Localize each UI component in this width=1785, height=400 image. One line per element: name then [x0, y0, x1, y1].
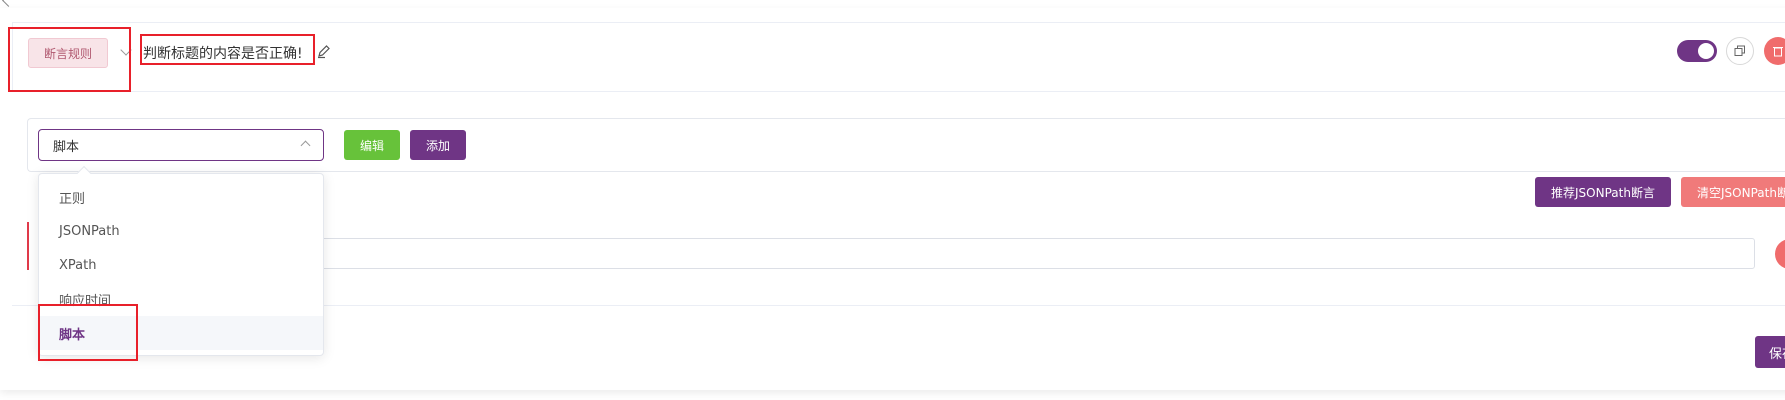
chevron-up-icon	[300, 140, 311, 151]
clear-jsonpath-button[interactable]: 清空JSONPath断	[1681, 177, 1785, 207]
copy-button[interactable]	[1726, 37, 1754, 65]
recommend-jsonpath-button[interactable]: 推荐JSONPath断言	[1535, 177, 1671, 207]
extractor-type-dropdown: 正则 JSONPath XPath 响应时间 脚本	[38, 165, 324, 356]
required-marker	[27, 222, 29, 270]
rule-type-tag[interactable]: 断言规则	[28, 38, 108, 68]
enable-toggle[interactable]	[1677, 40, 1717, 62]
option-regex[interactable]: 正则	[39, 180, 323, 214]
trash-icon	[1773, 47, 1783, 57]
option-response-time[interactable]: 响应时间	[39, 282, 323, 316]
add-button[interactable]: 添加	[410, 130, 466, 160]
save-button[interactable]: 保存	[1755, 336, 1785, 368]
extractor-type-value: 脚本	[53, 139, 80, 155]
option-xpath[interactable]: XPath	[39, 248, 323, 282]
back-arrow-icon[interactable]	[0, 0, 12, 4]
copy-icon	[1734, 45, 1745, 56]
toggle-knob	[1698, 43, 1714, 59]
delete-button[interactable]	[1764, 37, 1785, 65]
assertion-expression-input[interactable]	[300, 238, 1755, 269]
extractor-type-select[interactable]: 脚本	[38, 129, 324, 161]
assertion-title: 判断标题的内容是否正确!	[143, 46, 303, 62]
option-script[interactable]: 脚本	[39, 316, 323, 350]
pencil-icon[interactable]	[316, 43, 332, 59]
option-jsonpath[interactable]: JSONPath	[39, 214, 323, 248]
edit-button[interactable]: 编辑	[344, 130, 400, 160]
